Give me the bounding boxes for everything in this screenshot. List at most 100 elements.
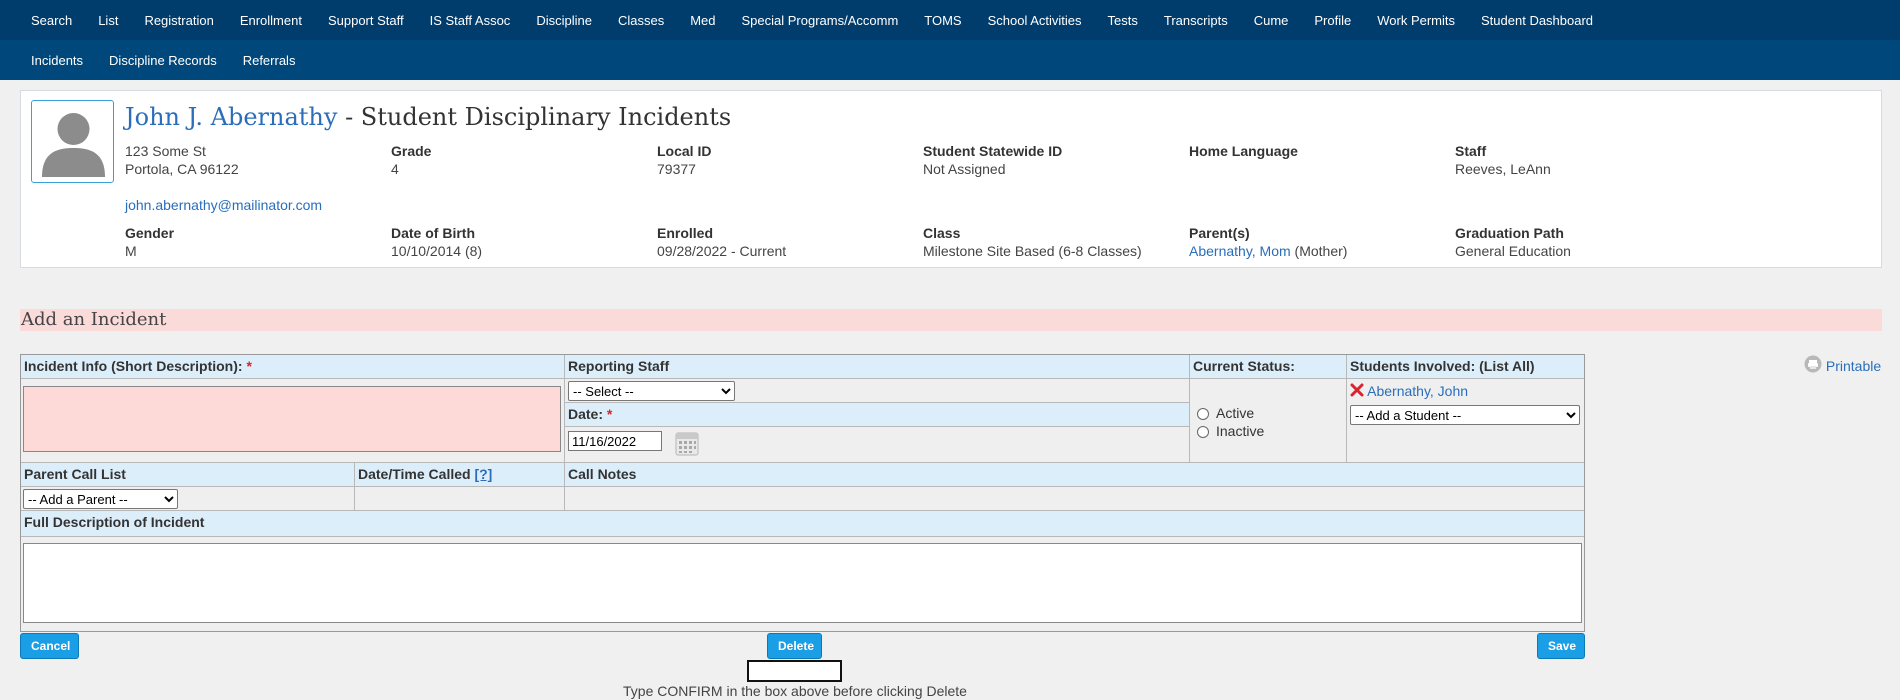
save-button[interactable]: Save xyxy=(1537,633,1585,659)
date-cell xyxy=(565,427,1190,463)
local-id-value: 79377 xyxy=(657,161,696,177)
status-inactive-label: Inactive xyxy=(1216,423,1265,439)
staff-link[interactable]: Reeves, LeAnn xyxy=(1455,160,1551,178)
nav-registration[interactable]: Registration xyxy=(131,13,226,28)
graduation-path-label: Graduation Path xyxy=(1455,225,1564,241)
reporting-staff-header: Reporting Staff xyxy=(565,355,1190,379)
reporting-staff-select[interactable]: -- Select -- xyxy=(568,381,735,401)
printable-link[interactable]: Printable xyxy=(1826,358,1881,374)
date-time-called-cell xyxy=(355,487,565,511)
reporting-staff-cell: -- Select -- xyxy=(565,379,1190,403)
full-description-input[interactable] xyxy=(23,543,1582,623)
status-active-option[interactable]: Active xyxy=(1197,405,1254,421)
delete-button[interactable]: Delete xyxy=(767,633,822,659)
nav-is-staff-assoc[interactable]: IS Staff Assoc xyxy=(417,13,524,28)
nav-med[interactable]: Med xyxy=(677,13,728,28)
status-active-label: Active xyxy=(1216,405,1255,421)
status-active-radio[interactable] xyxy=(1197,408,1209,421)
date-label: Date: xyxy=(568,406,604,422)
enrolled-label: Enrolled xyxy=(657,225,714,241)
address: 123 Some St Portola, CA 96122 xyxy=(125,142,239,178)
nav-list[interactable]: List xyxy=(85,13,131,28)
nav-classes[interactable]: Classes xyxy=(605,13,677,28)
avatar xyxy=(31,100,114,183)
nav-work-permits[interactable]: Work Permits xyxy=(1364,13,1468,28)
enrolled-link[interactable]: 09/28/2022 - Current xyxy=(657,242,786,260)
status-inactive-radio[interactable] xyxy=(1197,426,1209,439)
dob-value: 10/10/2014 (8) xyxy=(391,243,483,259)
gender-field: Gender M xyxy=(125,224,174,260)
nav-school-activities[interactable]: School Activities xyxy=(975,13,1095,28)
nav-support-staff[interactable]: Support Staff xyxy=(315,13,417,28)
parents-field: Parent(s) Abernathy, Mom (Mother) xyxy=(1189,224,1347,260)
help-link[interactable]: [?] xyxy=(474,466,492,482)
nav-tests[interactable]: Tests xyxy=(1095,13,1151,28)
parent-link[interactable]: Abernathy, Mom xyxy=(1189,243,1291,259)
status-inactive-option[interactable]: Inactive xyxy=(1197,423,1264,439)
date-input[interactable] xyxy=(568,431,662,451)
parent-call-list-header: Parent Call List xyxy=(21,463,355,487)
incident-form: Incident Info (Short Description): * Rep… xyxy=(20,354,1585,632)
email: john.abernathy@mailinator.com xyxy=(125,196,322,214)
printer-icon[interactable] xyxy=(1804,355,1822,373)
confirm-delete-input[interactable] xyxy=(747,660,842,682)
nav-search[interactable]: Search xyxy=(18,13,85,28)
ssid-label: Student Statewide ID xyxy=(923,143,1063,159)
date-header: Date: * xyxy=(565,403,1190,427)
ssid-field: Student Statewide ID Not Assigned xyxy=(923,142,1062,178)
graduation-path-field: Graduation Path General Education xyxy=(1455,224,1571,260)
student-card: John J. Abernathy - Student Disciplinary… xyxy=(20,90,1882,268)
nav-cume[interactable]: Cume xyxy=(1241,13,1302,28)
nav-transcripts[interactable]: Transcripts xyxy=(1151,13,1241,28)
dob-field: Date of Birth 10/10/2014 (8) xyxy=(391,224,482,260)
subnav-referrals[interactable]: Referrals xyxy=(230,53,309,68)
nav-toms[interactable]: TOMS xyxy=(911,13,974,28)
add-incident-heading: Add an Incident xyxy=(20,309,1882,331)
nav-enrollment[interactable]: Enrollment xyxy=(227,13,315,28)
staff-label: Staff xyxy=(1455,143,1487,159)
required-mark: * xyxy=(246,358,252,374)
nav-discipline[interactable]: Discipline xyxy=(523,13,605,28)
gender-label: Gender xyxy=(125,225,175,241)
staff-field: Staff Reeves, LeAnn xyxy=(1455,142,1551,178)
incident-short-description-input[interactable] xyxy=(23,386,561,452)
primary-nav: Search List Registration Enrollment Supp… xyxy=(0,0,1900,40)
ssid-value: Not Assigned xyxy=(923,161,1006,177)
graduation-path-value: General Education xyxy=(1455,243,1571,259)
person-icon xyxy=(42,113,105,177)
printable-link-wrap[interactable]: Printable xyxy=(1804,355,1881,374)
add-student-select[interactable]: -- Add a Student -- xyxy=(1350,405,1580,425)
student-name-link[interactable]: John J. Abernathy xyxy=(125,103,337,131)
nav-special-programs[interactable]: Special Programs/Accomm xyxy=(729,13,912,28)
home-language-label: Home Language xyxy=(1189,143,1298,159)
email-link[interactable]: john.abernathy@mailinator.com xyxy=(125,197,322,213)
parents-value: Abernathy, Mom (Mother) xyxy=(1189,242,1347,260)
enrolled-field: Enrolled 09/28/2022 - Current xyxy=(657,224,786,260)
student-involved-link[interactable]: Abernathy, John xyxy=(1367,383,1468,399)
grade-label: Grade xyxy=(391,143,432,159)
subnav-discipline-records[interactable]: Discipline Records xyxy=(96,53,230,68)
date-time-called-header: Date/Time Called [?] xyxy=(355,463,565,487)
incident-info-label: Incident Info (Short Description): xyxy=(24,358,243,374)
subnav-incidents[interactable]: Incidents xyxy=(18,53,96,68)
remove-icon[interactable] xyxy=(1350,383,1364,397)
secondary-nav: Incidents Discipline Records Referrals xyxy=(0,40,1900,80)
page-title-suffix: - Student Disciplinary Incidents xyxy=(337,103,732,131)
date-time-called-label: Date/Time Called xyxy=(358,466,471,482)
nav-student-dashboard[interactable]: Student Dashboard xyxy=(1468,13,1606,28)
add-parent-select[interactable]: -- Add a Parent -- xyxy=(23,489,178,509)
students-involved-header: Students Involved: (List All) xyxy=(1347,355,1584,379)
current-status-cell: Active Inactive xyxy=(1190,379,1347,463)
nav-profile[interactable]: Profile xyxy=(1301,13,1364,28)
cancel-button[interactable]: Cancel xyxy=(20,633,79,659)
full-description-header: Full Description of Incident xyxy=(21,511,1584,537)
home-language-field: Home Language xyxy=(1189,142,1298,160)
incident-info-header: Incident Info (Short Description): * xyxy=(21,355,565,379)
class-label: Class xyxy=(923,225,961,241)
gender-value: M xyxy=(125,243,137,259)
dob-label: Date of Birth xyxy=(391,225,475,241)
current-status-header: Current Status: xyxy=(1190,355,1347,379)
page-title: John J. Abernathy - Student Disciplinary… xyxy=(125,103,731,131)
calendar-icon[interactable] xyxy=(675,430,699,456)
grade-field: Grade 4 xyxy=(391,142,431,178)
